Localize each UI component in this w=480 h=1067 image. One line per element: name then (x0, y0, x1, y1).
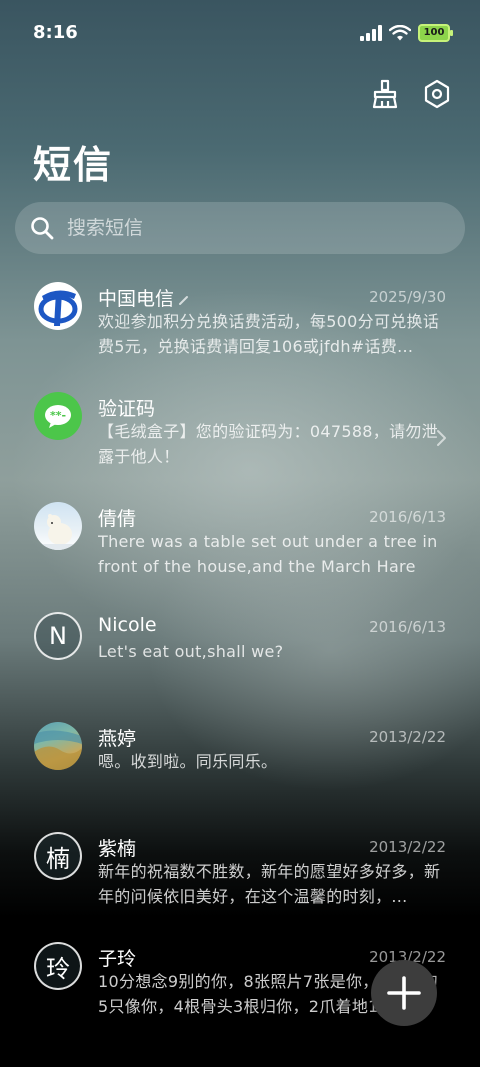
conversation-preview: 欢迎参加积分兑换话费活动，每500分可兑换话费5元，兑换话费请回复106或jfd… (98, 312, 440, 356)
conversation-list: 中国电信 2025/9/30 欢迎参加积分兑换话费活动，每500分可兑换话费5元… (0, 268, 480, 1038)
conversation-name: 紫楠 (98, 838, 137, 860)
conversation-item-zinan[interactable]: 楠 紫楠 2013/2/22 新年的祝福数不胜数，新年的愿望好多好多，新年的问候… (0, 818, 480, 928)
chevron-right-icon (437, 430, 446, 446)
search-bar[interactable] (15, 202, 465, 254)
wifi-icon (389, 25, 411, 41)
battery-icon: 100 (418, 24, 453, 42)
signal-icon (360, 25, 382, 41)
conversation-item-verification-code[interactable]: **‑ 验证码 【毛绒盒子】您的验证码为：047588，请勿泄露于他人！ (0, 378, 480, 488)
status-bar: 8:16 100 (0, 0, 480, 66)
conversation-item-nicole[interactable]: N Nicole 2016/6/13 Let's eat out,shall w… (0, 598, 480, 708)
status-icons: 100 (360, 24, 453, 42)
pencil-icon (179, 295, 189, 305)
conversation-name: 中国电信 (98, 284, 190, 311)
conversation-date: 2016/6/13 (369, 508, 446, 526)
plus-icon (387, 976, 421, 1010)
letter-avatar: N (34, 612, 82, 660)
conversation-preview: 新年的祝福数不胜数，新年的愿望好多好多，新年的问候依旧美好，在这个温馨的时刻，.… (98, 862, 441, 906)
broom-icon (372, 79, 398, 109)
conversation-name: 燕婷 (98, 728, 137, 750)
china-telecom-logo (34, 282, 82, 330)
conversation-name: 倩倩 (98, 508, 137, 530)
conversation-date: 2016/6/13 (369, 618, 446, 636)
conversation-date: 2013/2/22 (369, 838, 446, 856)
new-message-button[interactable] (371, 960, 437, 1026)
status-time: 8:16 (33, 22, 78, 43)
conversation-item-qianqian[interactable]: 倩倩 2016/6/13 There was a table set out u… (0, 488, 480, 598)
top-actions (368, 76, 454, 112)
conversation-preview: 嗯。收到啦。同乐同乐。 (98, 752, 278, 771)
svg-text:**‑: **‑ (50, 409, 66, 422)
conversation-preview: 【毛绒盒子】您的验证码为：047588，请勿泄露于他人！ (98, 422, 438, 466)
clean-button[interactable] (368, 76, 402, 112)
settings-icon (424, 79, 450, 109)
conversation-item-yanting[interactable]: 燕婷 2013/2/22 嗯。收到啦。同乐同乐。 (0, 708, 480, 818)
conversation-preview: Let's eat out,shall we? (98, 642, 284, 661)
conversation-name: 验证码 (98, 398, 156, 420)
letter-avatar: 玲 (34, 942, 82, 990)
conversation-date: 2025/9/30 (369, 288, 446, 306)
landscape-avatar (34, 722, 82, 770)
conversation-name: Nicole (98, 614, 157, 636)
polar-bear-avatar (34, 502, 82, 550)
conversation-item-china-telecom[interactable]: 中国电信 2025/9/30 欢迎参加积分兑换话费活动，每500分可兑换话费5元… (0, 268, 480, 378)
letter-avatar: 楠 (34, 832, 82, 880)
page-title: 短信 (33, 143, 114, 187)
chat-bubble-icon: **‑ (45, 405, 71, 428)
search-input[interactable] (65, 216, 429, 240)
settings-button[interactable] (420, 76, 454, 112)
conversation-preview: There was a table set out under a tree i… (98, 532, 438, 576)
search-icon (31, 217, 54, 240)
conversation-name: 子玲 (98, 948, 137, 970)
message-bubble-avatar: **‑ (34, 392, 82, 440)
conversation-date: 2013/2/22 (369, 728, 446, 746)
